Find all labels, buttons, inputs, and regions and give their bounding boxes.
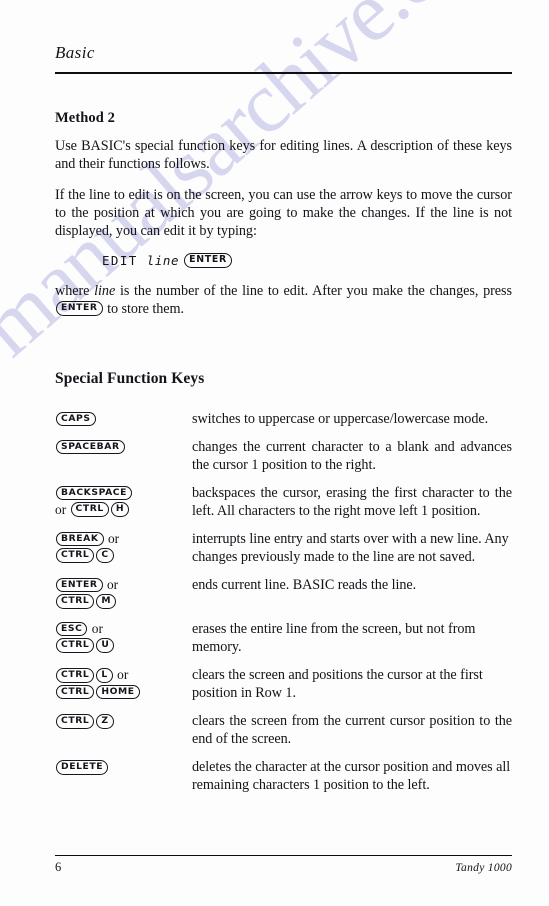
running-head-title: Basic <box>55 43 95 62</box>
keycap-ctrl: CTRL <box>56 594 95 609</box>
keycap-delete: DELETE <box>56 760 109 775</box>
key-description-cell: erases the entire line from the screen, … <box>192 621 476 656</box>
key-description-cell: changes the current character to a blank… <box>192 439 512 474</box>
key-combination-cell: DELETE <box>55 758 192 776</box>
key-combination-line: DELETE <box>55 759 192 776</box>
page-content: Basic Method 2 Use BASIC's special funct… <box>0 0 549 906</box>
special-function-key-row: ENTER or CTRL Mends current line. BASIC re… <box>55 576 512 610</box>
conjunction-or: or <box>88 621 103 637</box>
key-combination-cell: CTRL Z <box>55 712 192 730</box>
conjunction-or: or <box>113 667 129 683</box>
special-function-key-row: CTRL Zclears the screen from the current … <box>55 712 512 748</box>
special-function-key-row: CTRL L or CTRL HOME clears the screen and po… <box>55 666 512 702</box>
keycap-ctrl: CTRL <box>56 638 95 653</box>
body-column: Method 2 Use BASIC's special function ke… <box>55 110 512 318</box>
keycap-z: Z <box>96 714 114 729</box>
conjunction-or: or <box>55 501 70 517</box>
keycap-enter: ENTER <box>56 577 103 593</box>
document-page: manualsarchive.com Basic Method 2 Use BA… <box>0 0 549 906</box>
key-combination-line: SPACEBAR <box>55 439 192 456</box>
keycap-spacebar: SPACEBAR <box>56 439 125 455</box>
syntax-command: EDIT <box>102 253 138 269</box>
keycap-backspace: BACKSPACE <box>56 485 133 501</box>
method-heading: Method 2 <box>55 110 116 126</box>
where-italic-line: line <box>94 282 116 299</box>
key-description-cell: backspaces the cursor, erasing the first… <box>192 485 512 520</box>
paragraph-arrow-keys: If the line to edit is on the screen, yo… <box>55 187 512 240</box>
key-combination-line: CTRL Z <box>55 713 192 730</box>
key-combination-line: CTRL HOME <box>55 684 192 701</box>
special-function-key-row: BREAK or CTRL Cinterrupts line entry and s… <box>55 530 512 566</box>
special-function-key-row: ESC or CTRL Uerases the entire line from t… <box>55 620 512 656</box>
keycap-ctrl: CTRL <box>56 548 95 563</box>
paragraph-intro: Use BASIC's special function keys for ed… <box>55 138 512 173</box>
keycap-l: L <box>96 668 113 683</box>
special-function-key-row: CAPS switches to uppercase or uppercase/l… <box>55 410 512 428</box>
key-combination-cell: ENTER or CTRL M <box>55 576 192 610</box>
keycap-break: BREAK <box>56 531 104 547</box>
key-description-cell: clears the screen and positions the curs… <box>192 667 483 702</box>
key-combination-cell: ESC or CTRL U <box>55 620 192 654</box>
special-function-keys-list: CAPS switches to uppercase or uppercase/l… <box>55 410 512 794</box>
key-description-cell: deletes the character at the cursor posi… <box>192 759 511 794</box>
where-text-a: where <box>55 282 95 299</box>
key-combination-line: BACKSPACE <box>55 485 192 502</box>
special-function-key-row: DELETE deletes the character at the curso… <box>55 758 512 794</box>
special-function-key-row: SPACEBAR changes the current character to… <box>55 438 512 474</box>
key-combination-line: CTRL C <box>55 548 192 565</box>
keycap-ctrl: CTRL <box>56 684 95 700</box>
syntax-line: EDIT line ENTER <box>55 253 512 269</box>
key-combination-line: CTRL M <box>55 594 192 611</box>
where-text-c: to store them. <box>103 300 185 317</box>
page-number: 6 <box>55 860 62 874</box>
keycap-home: HOME <box>96 684 140 700</box>
key-enter: ENTER <box>184 253 232 268</box>
key-combination-line: CTRL L or <box>55 667 192 684</box>
conjunction-or: or <box>104 531 120 547</box>
conjunction-or: or <box>103 577 119 593</box>
running-head: Basic <box>55 44 512 63</box>
special-function-key-row: BACKSPACE or CTRL Hbackspaces the cursor, … <box>55 484 512 520</box>
key-combination-line: CAPS <box>55 411 192 428</box>
keycap-ctrl: CTRL <box>56 714 95 729</box>
key-combination-cell: CTRL L or CTRL HOME <box>55 666 192 700</box>
key-combination-cell: BACKSPACE or CTRL H <box>55 484 192 518</box>
imprint-label: Tandy 1000 <box>455 862 512 874</box>
where-text-b: is the number of the line to edit. After… <box>115 282 512 299</box>
keycap-h: H <box>110 502 130 517</box>
syntax-argument: line <box>146 253 180 269</box>
page-footer: 6 Tandy 1000 <box>55 860 512 875</box>
key-combination-cell: BREAK or CTRL C <box>55 530 192 564</box>
key-combination-line: BREAK or <box>55 531 192 548</box>
paragraph-where-line: where line is the number of the line to … <box>55 282 512 318</box>
keycap-u: U <box>96 638 115 653</box>
footer-rule <box>55 855 512 856</box>
key-combination-line: or CTRL H <box>55 502 192 519</box>
key-combination-cell: SPACEBAR <box>55 438 192 456</box>
key-combination-line: ENTER or <box>55 577 192 594</box>
keycap-ctrl: CTRL <box>56 668 95 683</box>
key-combination-line: CTRL U <box>55 638 192 655</box>
keycap-c: C <box>96 548 114 563</box>
key-description-cell: switches to uppercase or uppercase/lower… <box>192 411 489 427</box>
special-function-keys-heading: Special Function Keys <box>55 370 205 387</box>
special-function-keys-section: Special Function Keys CAPS switches to up… <box>55 370 512 804</box>
keycap-ctrl: CTRL <box>70 502 109 517</box>
header-rule <box>55 72 512 74</box>
keycap-esc: ESC <box>56 621 88 637</box>
key-enter-inline: ENTER <box>56 301 103 316</box>
key-description-cell: ends current line. BASIC reads the line. <box>192 577 417 594</box>
key-combination-line: ESC or <box>55 621 192 638</box>
key-description-cell: clears the screen from the current curso… <box>192 713 512 748</box>
keycap-m: M <box>96 594 117 609</box>
key-description-cell: interrupts line entry and starts over wi… <box>192 531 509 566</box>
key-combination-cell: CAPS <box>55 410 192 428</box>
keycap-caps: CAPS <box>56 411 96 427</box>
